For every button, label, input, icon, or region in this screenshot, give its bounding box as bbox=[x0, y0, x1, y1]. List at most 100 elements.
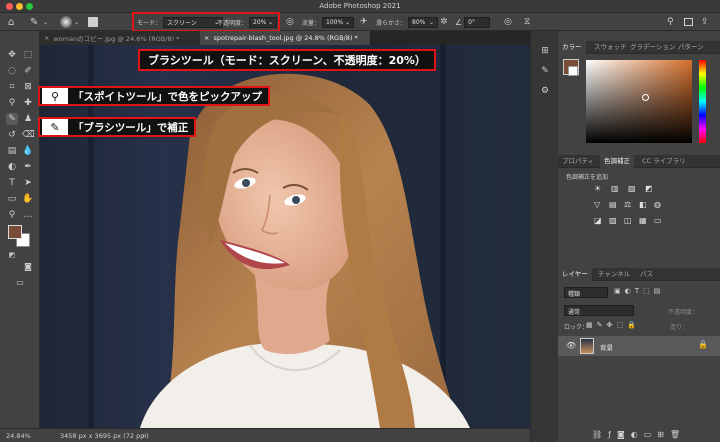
eraser-tool-icon[interactable]: ⌫ bbox=[22, 129, 35, 141]
pressure-size-icon[interactable]: ◎ bbox=[504, 15, 512, 29]
shape-tool-icon[interactable]: ▭ bbox=[6, 193, 18, 205]
gradient-map-icon[interactable]: ▭ bbox=[654, 216, 666, 225]
lock-icons[interactable]: ▦✎✥⬚🔒 bbox=[586, 321, 640, 329]
chevron-right-icon[interactable]: › bbox=[142, 431, 145, 440]
adjustment-layer-icon[interactable]: ◐ bbox=[631, 430, 644, 439]
pen-tool-icon[interactable]: ✒ bbox=[22, 161, 34, 173]
tab-swatches[interactable]: スウォッチ bbox=[590, 41, 631, 54]
gradient-tool-icon[interactable]: ▤ bbox=[6, 145, 18, 157]
dodge-tool-icon[interactable]: ◐ bbox=[6, 161, 18, 173]
black-white-icon[interactable]: ◧ bbox=[639, 200, 651, 209]
new-layer-icon[interactable]: ⊞ bbox=[657, 430, 670, 439]
default-colors-icon[interactable]: ◩ bbox=[6, 249, 18, 261]
history-brush-tool-icon[interactable]: ↺ bbox=[6, 129, 18, 141]
brush-preset-picker[interactable]: ⌄ bbox=[60, 15, 79, 29]
tab-properties[interactable]: プロパティ bbox=[558, 155, 598, 168]
tab-cc-libraries[interactable]: CC ライブラリ bbox=[638, 155, 690, 168]
pressure-opacity-icon[interactable]: ◎ bbox=[286, 15, 294, 29]
flow-label: 流量： bbox=[302, 19, 321, 27]
workspace-icon[interactable] bbox=[684, 15, 693, 29]
foreground-color-swatch[interactable] bbox=[8, 225, 22, 239]
brush-tool-icon[interactable]: ✎ bbox=[30, 15, 38, 29]
tab-woman-copy[interactable]: × womanのコピー.jpg @ 24.6% (RGB/8) * bbox=[40, 31, 200, 45]
gear-icon[interactable]: ✲ bbox=[440, 15, 448, 29]
tab-channels[interactable]: チャンネル bbox=[594, 268, 634, 281]
more-tools-icon[interactable]: … bbox=[22, 209, 34, 221]
layer-filter-dropdown[interactable]: 種類 bbox=[564, 287, 608, 298]
levels-icon[interactable]: ▥ bbox=[611, 184, 624, 193]
filter-value: 種類 bbox=[568, 291, 581, 298]
type-tool-icon[interactable]: T bbox=[6, 177, 18, 189]
eyedropper-callout: ⚲ 「スポイトツール」で色をピックアップ bbox=[38, 86, 270, 106]
stamp-tool-icon[interactable]: ♟ bbox=[22, 113, 34, 125]
home-icon[interactable]: ⌂ bbox=[8, 15, 14, 29]
brush-settings-panel-icon[interactable] bbox=[88, 15, 98, 29]
hand-tool-icon[interactable]: ✋ bbox=[22, 193, 34, 205]
angle-input[interactable]: 0° bbox=[464, 16, 491, 28]
symmetry-icon[interactable]: ⧖ bbox=[524, 15, 530, 29]
background-color-swatch[interactable] bbox=[568, 66, 578, 76]
airbrush-icon[interactable]: ✈ bbox=[360, 15, 368, 29]
layer-opacity-label: 不透明度： bbox=[668, 309, 699, 316]
brush-fix-callout: ✎ 「ブラシツール」で補正 bbox=[38, 117, 197, 137]
close-icon[interactable]: × bbox=[204, 34, 209, 42]
share-icon[interactable]: ⇪ bbox=[701, 15, 709, 29]
tab-color[interactable]: カラー bbox=[558, 41, 586, 54]
eye-icon[interactable]: 👁 bbox=[566, 341, 576, 350]
flow-input[interactable]: 100% ⌄ bbox=[322, 16, 355, 28]
close-icon[interactable]: × bbox=[44, 34, 49, 42]
properties-panel-icon[interactable]: ⚙ bbox=[539, 85, 551, 97]
eyedropper-tool-icon[interactable]: ⚲ bbox=[6, 97, 18, 109]
tab-paths[interactable]: パス bbox=[636, 268, 657, 281]
lasso-tool-icon[interactable]: ◌ bbox=[6, 65, 18, 77]
blur-tool-icon[interactable]: 💧 bbox=[22, 145, 34, 157]
color-picker-marker[interactable] bbox=[642, 94, 649, 101]
smoothing-label: 滑らかさ： bbox=[376, 19, 407, 27]
quick-select-tool-icon[interactable]: ✐ bbox=[22, 65, 34, 77]
layer-row-background[interactable]: 👁 背景 🔒 bbox=[558, 336, 720, 356]
tab-spotrepair[interactable]: × spotrepair-blash_tool.jpg @ 24.8% (RGB… bbox=[200, 31, 370, 45]
selective-color-icon[interactable]: ▦ bbox=[639, 216, 651, 225]
brush-panel-icon[interactable]: ✎ bbox=[539, 65, 551, 77]
quick-mask-icon[interactable]: ◙ bbox=[22, 261, 34, 273]
tab-adjustments[interactable]: 色調補正 bbox=[600, 155, 634, 168]
group-icon[interactable]: ▭ bbox=[644, 430, 658, 439]
fx-icon[interactable]: ƒ bbox=[608, 430, 617, 439]
tab-gradients[interactable]: グラデーション bbox=[626, 41, 679, 54]
vibrance-icon[interactable]: ▽ bbox=[594, 200, 606, 209]
hue-saturation-icon[interactable]: ▤ bbox=[609, 200, 621, 209]
flow-value: 100% bbox=[326, 18, 344, 26]
invert-icon[interactable]: ◪ bbox=[594, 216, 606, 225]
title-bar: Adobe Photoshop 2021 bbox=[0, 0, 720, 13]
trash-icon[interactable]: 🗑 bbox=[670, 430, 686, 439]
color-balance-icon[interactable]: ⚖ bbox=[624, 200, 636, 209]
curves-icon[interactable]: ▧ bbox=[628, 184, 641, 193]
color-field[interactable] bbox=[586, 60, 692, 143]
frame-tool-icon[interactable]: ⊠ bbox=[22, 81, 34, 93]
blend-mode-dropdown[interactable]: 通常 bbox=[564, 305, 634, 316]
layer-filter-icons[interactable]: ▣◐T⬚▤ bbox=[614, 287, 664, 295]
tab-layers[interactable]: レイヤー bbox=[558, 268, 592, 281]
posterize-icon[interactable]: ▨ bbox=[609, 216, 621, 225]
exposure-icon[interactable]: ◩ bbox=[645, 184, 658, 193]
marquee-tool-icon[interactable]: ⬚ bbox=[22, 49, 34, 61]
brightness-icon[interactable]: ☀ bbox=[594, 184, 607, 193]
mask-icon[interactable]: ◙ bbox=[617, 430, 631, 439]
zoom-tool-icon[interactable]: ⚲ bbox=[6, 209, 18, 221]
brush-tool-icon[interactable]: ✎ bbox=[6, 113, 18, 125]
link-icon[interactable]: ⛓ bbox=[592, 430, 608, 439]
search-icon[interactable]: ⚲ bbox=[667, 15, 674, 29]
smoothing-input[interactable]: 80% ⌄ bbox=[408, 16, 439, 28]
chevron-down-icon[interactable]: ⌄ bbox=[43, 15, 48, 29]
photo-filter-icon[interactable]: ◍ bbox=[654, 200, 666, 209]
threshold-icon[interactable]: ◫ bbox=[624, 216, 636, 225]
hue-slider[interactable] bbox=[699, 60, 706, 143]
spot-healing-tool-icon[interactable]: ✚ bbox=[22, 97, 34, 109]
crop-tool-icon[interactable]: ⌗ bbox=[6, 81, 18, 93]
zoom-level[interactable]: 24.84% bbox=[6, 432, 31, 440]
history-panel-icon[interactable]: ⊞ bbox=[539, 45, 551, 57]
path-select-tool-icon[interactable]: ➤ bbox=[22, 177, 34, 189]
move-tool-icon[interactable]: ✥ bbox=[6, 49, 18, 61]
screen-mode-icon[interactable]: ▭ bbox=[14, 277, 26, 289]
tab-patterns[interactable]: パターン bbox=[674, 41, 708, 54]
